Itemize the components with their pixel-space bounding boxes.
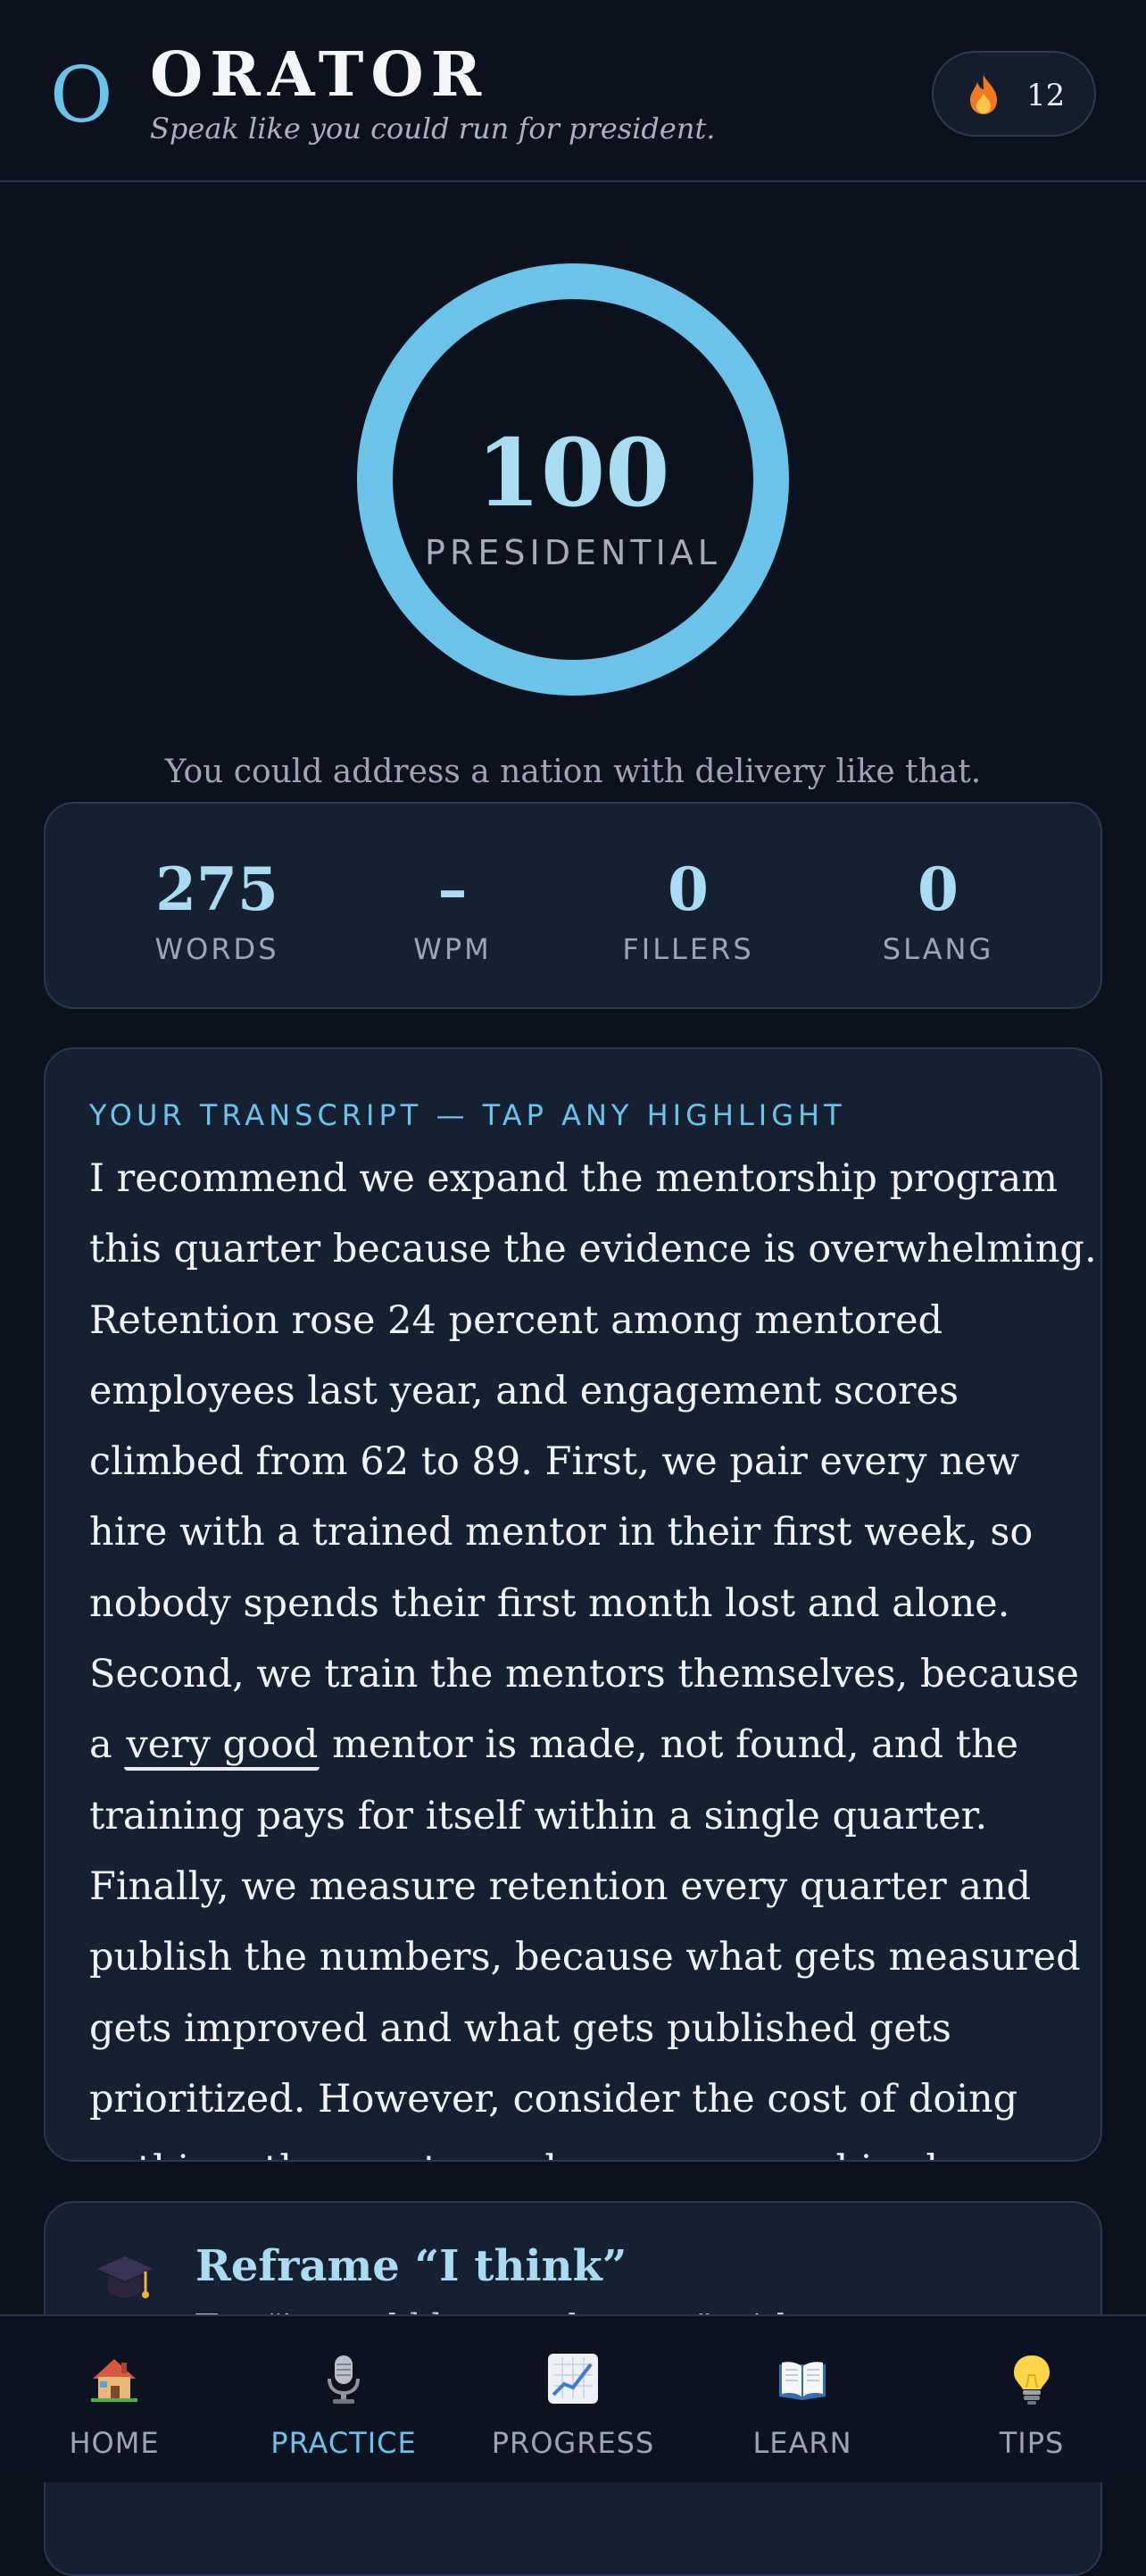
nav-label: LEARN xyxy=(752,2426,852,2460)
transcript-line: Second, we train the mentors themselves,… xyxy=(89,1652,1079,1697)
stat-fillers: 0 FILLERS xyxy=(581,854,795,968)
stat-value: 0 xyxy=(668,854,709,924)
app-title: ORATOR xyxy=(150,39,489,111)
score-label: PRESIDENTIAL xyxy=(425,533,721,572)
open-book-icon xyxy=(779,2362,826,2400)
nav-label: TIPS xyxy=(999,2426,1065,2460)
stats-card: 275 WORDS – WPM 0 FILLERS 0 SLANG xyxy=(44,802,1102,1009)
transcript-text: I recommend we expand the mentorship pro… xyxy=(89,1144,1097,2160)
stat-label: WORDS xyxy=(154,932,279,966)
nav-label: PRACTICE xyxy=(270,2426,417,2460)
tip-title: Reframe “I think” xyxy=(195,2241,627,2291)
nav-practice[interactable]: PRACTICE xyxy=(229,2316,458,2482)
stat-value: – xyxy=(437,854,468,924)
nav-learn[interactable]: LEARN xyxy=(688,2316,917,2482)
filler-highlight[interactable]: very good xyxy=(124,1722,320,1772)
transcript-line: hire with a trained mentor in their firs… xyxy=(89,1510,1034,1555)
transcript-line: I recommend we expand the mentorship pro… xyxy=(89,1156,1059,1201)
stat-label: FILLERS xyxy=(622,932,754,966)
transcript-line: Finally, we measure retention every quar… xyxy=(89,1863,1032,1909)
house-icon xyxy=(91,2359,137,2402)
streak-count: 12 xyxy=(1026,78,1066,113)
bottom-nav: HOME PRACTICE PROGRESS LEARN TIPS xyxy=(0,2314,1146,2482)
transcript-card[interactable]: YOUR TRANSCRIPT — TAP ANY HIGHLIGHT I re… xyxy=(44,1047,1102,2162)
stat-value: 275 xyxy=(155,854,278,924)
app-header: O ORATOR Speak like you could run for pr… xyxy=(0,0,1146,182)
nav-home[interactable]: HOME xyxy=(0,2316,228,2482)
light-bulb-icon xyxy=(1014,2355,1050,2405)
nav-label: HOME xyxy=(69,2426,160,2460)
transcript-text-segment: a xyxy=(89,1722,125,1768)
stat-label: SLANG xyxy=(882,932,994,966)
score-praise: You could address a nation with delivery… xyxy=(164,754,982,790)
transcript-line: publish the numbers, because what gets m… xyxy=(89,1935,1081,1980)
stat-wpm: – WPM xyxy=(345,854,560,968)
transcript-line: training pays for itself within a single… xyxy=(89,1793,988,1838)
nav-progress[interactable]: PROGRESS xyxy=(459,2316,687,2482)
transcript-line: nobody spends their first month lost and… xyxy=(89,1580,1010,1626)
transcript-line: gets improved and what gets published ge… xyxy=(89,2005,951,2051)
flame-icon xyxy=(970,75,997,114)
transcript-line: nothing: the mentors who were never hire… xyxy=(89,2135,1089,2160)
transcript-line: a very good mentor is made, not found, a… xyxy=(89,1710,1089,1780)
nav-label: PROGRESS xyxy=(491,2426,655,2460)
streak-badge[interactable]: 12 xyxy=(932,51,1096,137)
transcript-line: climbed from 62 to 89. First, we pair ev… xyxy=(89,1439,1020,1485)
stat-words: 275 WORDS xyxy=(110,854,324,968)
app-tagline: Speak like you could run for president. xyxy=(150,112,716,146)
chart-increasing-icon xyxy=(548,2354,598,2404)
orator-logo-icon: O xyxy=(50,51,113,140)
transcript-line: this quarter because the evidence is ove… xyxy=(89,1227,1097,1272)
transcript-line: Retention rose 24 percent among mentored xyxy=(89,1297,943,1343)
stat-slang: 0 SLANG xyxy=(831,854,1045,968)
stat-label: WPM xyxy=(413,932,492,966)
transcript-heading: YOUR TRANSCRIPT — TAP ANY HIGHLIGHT xyxy=(89,1098,846,1132)
nav-tips[interactable]: TIPS xyxy=(918,2316,1146,2482)
microphone-icon xyxy=(328,2355,360,2404)
graduation-cap-icon xyxy=(97,2256,153,2298)
score-value: 100 xyxy=(476,418,670,528)
transcript-line: employees last year, and engagement scor… xyxy=(89,1368,959,1413)
stat-value: 0 xyxy=(918,854,959,924)
transcript-text-segment: mentor is made, not found, and the xyxy=(320,1722,1019,1768)
transcript-line: prioritized. However, consider the cost … xyxy=(89,2076,1018,2122)
